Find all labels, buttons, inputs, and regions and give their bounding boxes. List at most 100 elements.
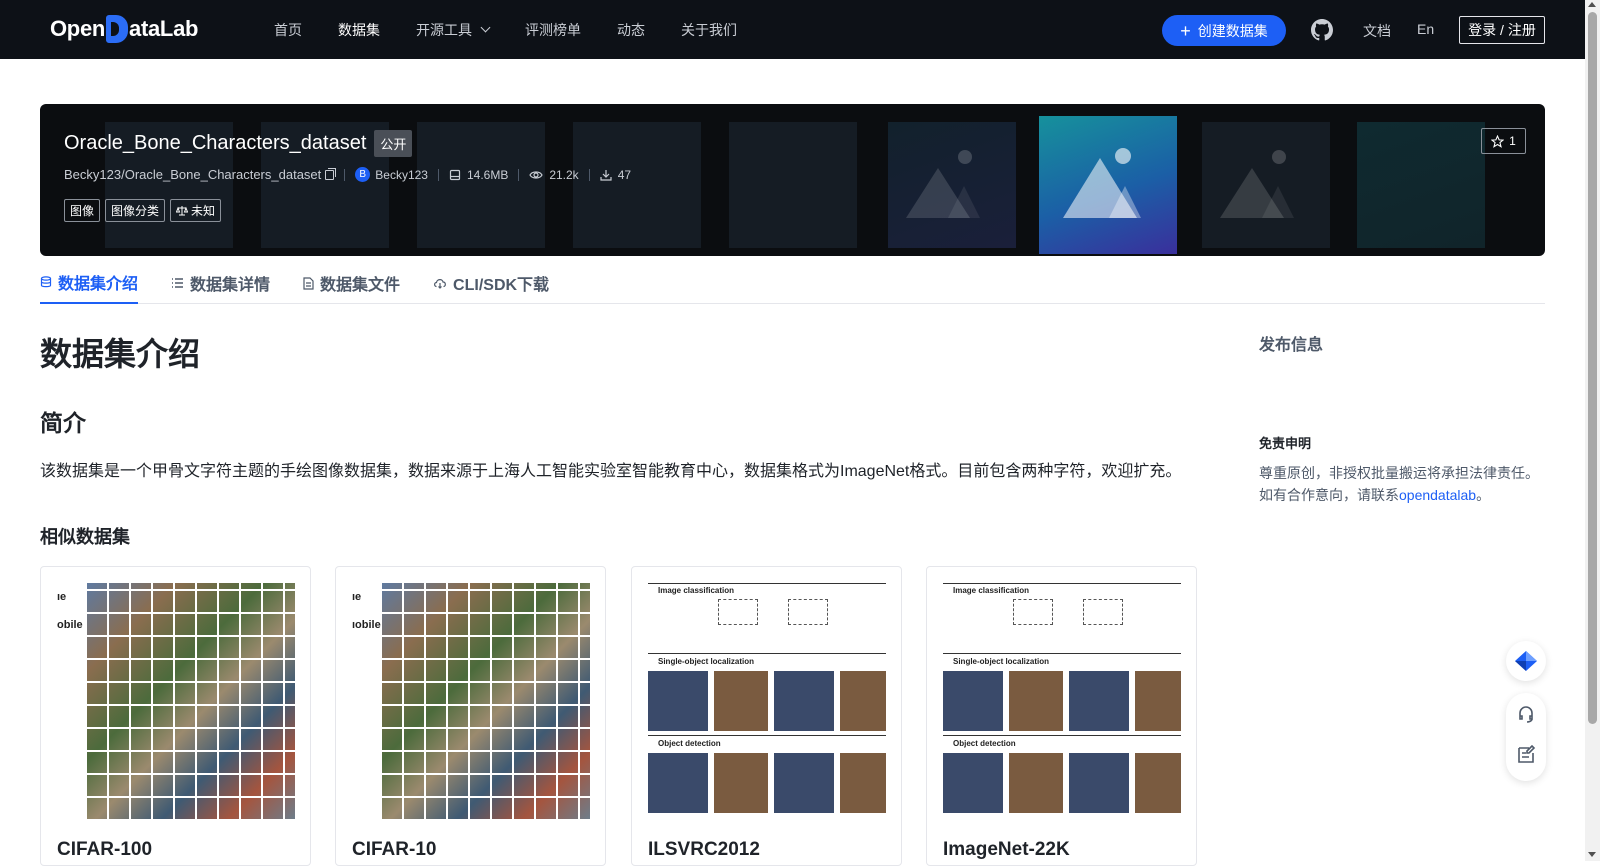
github-icon[interactable] [1311, 19, 1333, 41]
divider [518, 168, 520, 181]
similar-dataset-card[interactable]: Image classification Single-object local… [631, 566, 902, 866]
nav-leaderboard[interactable]: 评测榜单 [525, 20, 581, 40]
dataset-tags: 图像 图像分类 未知 [64, 199, 226, 222]
logo-d-mark [106, 15, 129, 43]
dataset-title-row: Oracle_Bone_Characters_dataset 公开 [64, 130, 413, 157]
copy-icon[interactable] [325, 167, 337, 180]
disclaimer-text: 尊重原创，非授权批量搬运将承担法律责任。 [1259, 465, 1539, 481]
dataset-banner: Oracle_Bone_Characters_dataset 公开 Becky1… [40, 104, 1545, 256]
floating-toolbar [1506, 693, 1546, 781]
opendatalab-logo[interactable]: Open ataLab [50, 14, 198, 44]
database-icon [40, 276, 52, 288]
publish-info-title: 发布信息 [1259, 337, 1324, 354]
banner-thumb [417, 122, 545, 248]
scale-icon [176, 206, 189, 216]
tab-cli-sdk[interactable]: CLI/SDK下载 [433, 262, 549, 304]
view-count: 21.2k [529, 167, 579, 182]
nav-open-tools-label: 开源工具 [416, 21, 472, 38]
nav-home[interactable]: 首页 [274, 20, 302, 40]
eye-icon [529, 170, 543, 179]
nav-about[interactable]: 关于我们 [681, 20, 737, 40]
divider [344, 168, 346, 181]
storage-icon [449, 169, 461, 180]
tab-details-label: 数据集详情 [190, 277, 271, 294]
star-icon [1491, 134, 1505, 148]
similar-dataset-card[interactable]: ıe obile CIFAR-100 [40, 566, 311, 866]
dataset-tabs: 数据集介绍 数据集详情 数据集文件 CLI/SDK下载 [40, 262, 1545, 304]
chevron-down-icon [480, 22, 491, 33]
dataset-title: Oracle_Bone_Characters_dataset [64, 132, 367, 154]
assistant-icon [1515, 651, 1537, 671]
disclaimer-contact-end: 。 [1476, 487, 1491, 503]
tab-cli-sdk-label: CLI/SDK下载 [453, 277, 550, 294]
tab-details[interactable]: 数据集详情 [171, 262, 270, 304]
download-icon [600, 169, 612, 181]
page-title: 数据集介绍 [40, 336, 201, 372]
cloud-icon [434, 279, 446, 289]
login-register-button[interactable]: 登录 / 注册 [1459, 16, 1545, 44]
dataset-thumbnail: ıe obile [57, 583, 295, 819]
feedback-icon[interactable] [1516, 745, 1536, 765]
banner-thumb-image-icon [1202, 122, 1330, 248]
scroll-up-arrow[interactable] [1588, 2, 1596, 7]
tag-modality[interactable]: 图像 [64, 199, 101, 222]
plus-icon: + [1180, 20, 1191, 41]
avatar: B [355, 167, 371, 182]
similar-dataset-title: CIFAR-100 [57, 839, 153, 860]
owner-name: Becky123 [375, 167, 428, 182]
opendatalab-contact-link[interactable]: opendatalab [1399, 487, 1476, 503]
dataset-size-value: 14.6MB [466, 167, 509, 182]
section-title-similar: 相似数据集 [40, 527, 130, 547]
nav-docs[interactable]: 文档 [1363, 21, 1391, 41]
assistant-button[interactable] [1506, 641, 1546, 681]
thumbnail-side-text: ıe ıobile [352, 591, 381, 631]
divider [588, 168, 590, 181]
similar-dataset-title: ILSVRC2012 [648, 839, 760, 860]
star-button[interactable]: 1 [1481, 128, 1526, 154]
owner-info[interactable]: B Becky123 [355, 167, 428, 182]
main-nav: 首页 数据集 开源工具 评测榜单 动态 关于我们 [274, 0, 773, 59]
similar-dataset-title: ImageNet-22K [943, 839, 1070, 860]
divider [437, 168, 439, 181]
banner-thumb-image-icon [888, 122, 1016, 248]
similar-dataset-card[interactable]: Image classification Single-object local… [926, 566, 1197, 866]
nav-datasets[interactable]: 数据集 [338, 20, 380, 40]
tag-task[interactable]: 图像分类 [105, 199, 166, 222]
view-count-value: 21.2k [549, 167, 579, 182]
download-count-value: 47 [617, 167, 632, 182]
disclaimer-contact: 如有合作意向，请联系opendatalab。 [1259, 485, 1490, 505]
logo-text-datalab: ataLab [129, 16, 199, 41]
list-icon [172, 278, 184, 288]
banner-thumb [1357, 122, 1485, 248]
tag-license[interactable]: 未知 [170, 199, 222, 222]
disclaimer-contact-text: 如有合作意向，请联系 [1259, 487, 1399, 503]
dataset-size: 14.6MB [449, 168, 508, 182]
tab-files-label: 数据集文件 [320, 277, 401, 294]
headset-icon[interactable] [1516, 704, 1536, 724]
tab-introduction-label: 数据集介绍 [58, 276, 139, 293]
similar-dataset-title: CIFAR-10 [352, 839, 437, 860]
create-dataset-label: 创建数据集 [1197, 22, 1268, 39]
section-title-intro: 简介 [40, 410, 86, 436]
language-switch[interactable]: En [1417, 21, 1434, 37]
dataset-thumbnail: Image classification Single-object local… [648, 583, 886, 819]
dataset-thumbnail: Image classification Single-object local… [943, 583, 1181, 819]
tab-introduction[interactable]: 数据集介绍 [40, 262, 139, 304]
nav-news[interactable]: 动态 [617, 20, 645, 40]
banner-thumb [573, 122, 701, 248]
disclaimer-title: 免责申明 [1259, 436, 1312, 451]
create-dataset-button[interactable]: + 创建数据集 [1162, 15, 1286, 46]
dataset-thumbnail: ıe ıobile [352, 583, 590, 819]
scroll-down-arrow[interactable] [1588, 852, 1596, 857]
scrollbar-thumb[interactable] [1588, 12, 1597, 724]
dataset-meta: Becky123/Oracle_Bone_Characters_dataset … [64, 167, 631, 182]
star-count: 1 [1509, 134, 1516, 148]
similar-dataset-card[interactable]: ıe ıobile CIFAR-10 [335, 566, 606, 866]
banner-thumb [729, 122, 857, 248]
intro-paragraph: 该数据集是一个甲骨文字符主题的手绘图像数据集，数据来源于上海人工智能实验室智能教… [40, 463, 1182, 480]
tag-license-label: 未知 [191, 204, 216, 218]
dataset-full-name: Becky123/Oracle_Bone_Characters_dataset [64, 167, 322, 182]
visibility-badge: 公开 [374, 130, 413, 157]
nav-open-tools[interactable]: 开源工具 [416, 20, 491, 40]
tab-files[interactable]: 数据集文件 [303, 262, 400, 304]
